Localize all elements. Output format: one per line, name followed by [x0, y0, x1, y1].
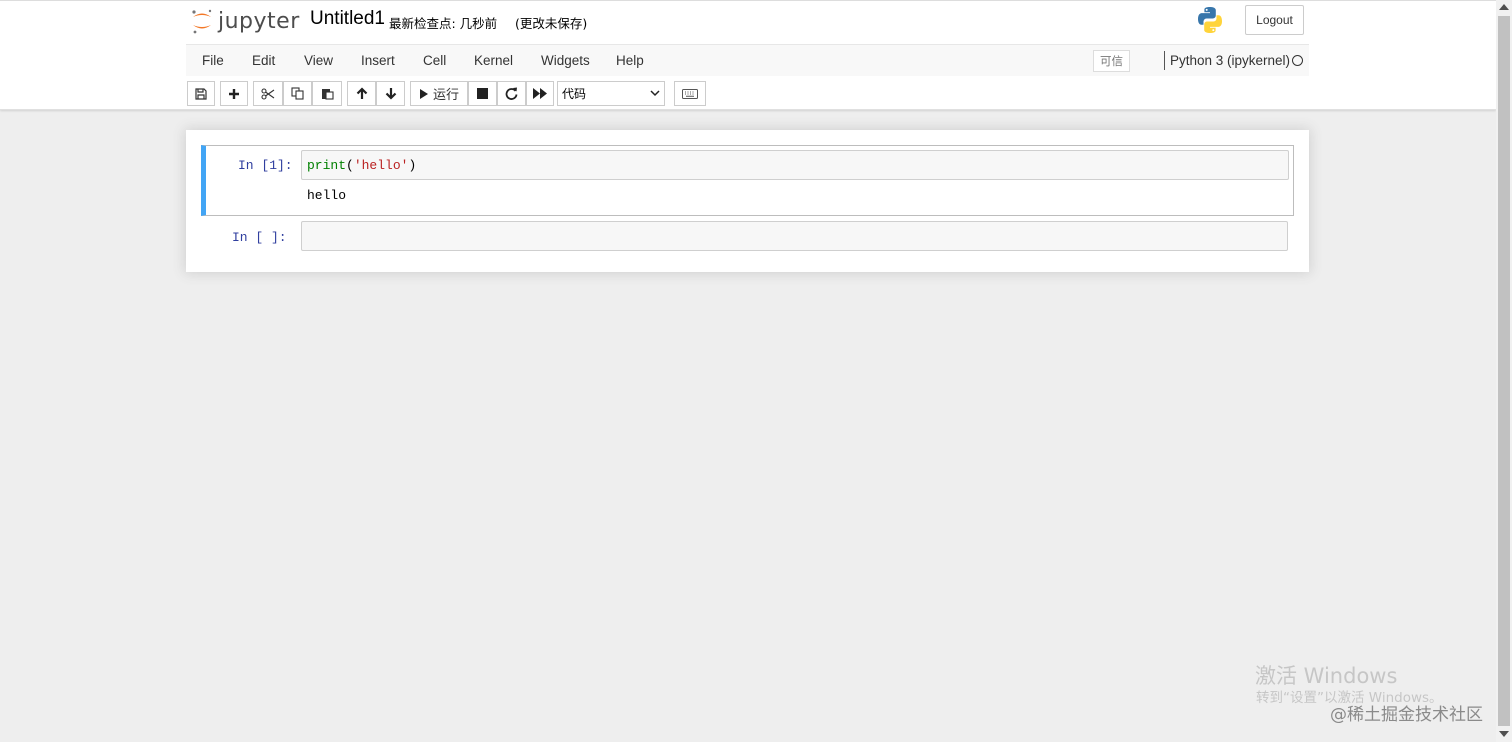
- save-icon: [195, 87, 207, 100]
- menubar: File Edit View Insert Cell Kernel Widget…: [186, 44, 1309, 76]
- plus-icon: [229, 88, 239, 99]
- kernel-idle-icon: [1292, 55, 1303, 66]
- autosave-status: (更改未保存): [515, 16, 588, 31]
- cell-type-value: 代码: [562, 87, 587, 101]
- move-up-button[interactable]: [347, 81, 376, 106]
- checkpoint-status: 最新检查点: 几秒前: [389, 16, 498, 31]
- interrupt-button[interactable]: [468, 81, 497, 106]
- notebook-name[interactable]: Untitled1: [310, 8, 385, 30]
- code-cell-empty[interactable]: In [ ]:: [201, 221, 1294, 251]
- arrow-down-icon: [385, 88, 396, 100]
- menu-insert[interactable]: Insert: [361, 53, 395, 68]
- arrow-up-icon: [356, 87, 367, 99]
- scroll-down-arrow-icon[interactable]: [1499, 731, 1509, 737]
- code-input[interactable]: [301, 221, 1288, 251]
- restart-icon: [505, 87, 518, 100]
- run-button[interactable]: 运行: [410, 81, 468, 106]
- kernel-name: Python 3 (ipykernel): [1170, 53, 1291, 68]
- cell-output: hello: [307, 188, 347, 203]
- header: jupyter Untitled1 最新检查点: 几秒前 (更改未保存) Log…: [0, 0, 1496, 110]
- kernel-divider: [1164, 51, 1165, 70]
- code-open-paren: (: [346, 158, 354, 173]
- scrollbar-thumb[interactable]: [1498, 16, 1510, 726]
- copy-icon: [291, 87, 304, 100]
- save-button[interactable]: [187, 81, 215, 106]
- run-label: 运行: [432, 88, 459, 103]
- top-divider: [0, 0, 1496, 1]
- menu-edit[interactable]: Edit: [252, 53, 275, 68]
- copy-button[interactable]: [283, 81, 312, 106]
- restart-kernel-button[interactable]: [497, 81, 526, 106]
- logout-button[interactable]: Logout: [1245, 5, 1304, 35]
- jupyter-logo[interactable]: jupyter: [190, 6, 300, 36]
- play-icon: [419, 88, 428, 99]
- keyboard-icon: [682, 88, 698, 99]
- site-watermark: @稀土掘金技术社区: [1330, 705, 1483, 725]
- code-function: print: [307, 158, 347, 173]
- trusted-indicator[interactable]: 可信: [1093, 50, 1130, 72]
- paste-button[interactable]: [312, 81, 342, 106]
- code-text: print('hello'): [307, 158, 416, 173]
- stop-icon: [477, 88, 488, 99]
- input-prompt: In [ ]:: [232, 230, 287, 245]
- jupyter-logo-text: jupyter: [218, 8, 300, 34]
- paste-icon: [321, 89, 334, 100]
- restart-run-all-button[interactable]: [526, 81, 554, 106]
- jupyter-logo-icon: [192, 9, 212, 34]
- input-prompt: In [1]:: [238, 158, 293, 173]
- cut-button[interactable]: [253, 81, 283, 106]
- code-cell-selected[interactable]: In [1]: print('hello') hello: [201, 145, 1294, 216]
- menu-file[interactable]: File: [202, 53, 224, 68]
- menu-view[interactable]: View: [304, 53, 333, 68]
- chevron-down-icon: [650, 90, 660, 97]
- command-palette-button[interactable]: [674, 81, 706, 106]
- scroll-up-arrow-icon[interactable]: [1499, 4, 1509, 10]
- code-string: 'hello': [353, 158, 409, 173]
- notebook-container: In [1]: print('hello') hello In [ ]:: [186, 130, 1309, 272]
- move-down-button[interactable]: [376, 81, 405, 106]
- code-input[interactable]: print('hello'): [301, 150, 1289, 180]
- menu-cell[interactable]: Cell: [423, 53, 446, 68]
- fast-forward-icon: [533, 88, 547, 99]
- cut-icon: [261, 87, 275, 100]
- menu-widgets[interactable]: Widgets: [541, 53, 590, 68]
- toolbar: 运行 代码: [186, 80, 1309, 106]
- code-close-paren: ): [408, 158, 417, 173]
- menu-help[interactable]: Help: [616, 53, 644, 68]
- cell-type-select[interactable]: 代码: [557, 81, 665, 106]
- menu-kernel[interactable]: Kernel: [474, 53, 513, 68]
- python-logo-icon: [1198, 7, 1222, 33]
- insert-cell-button[interactable]: [220, 81, 248, 106]
